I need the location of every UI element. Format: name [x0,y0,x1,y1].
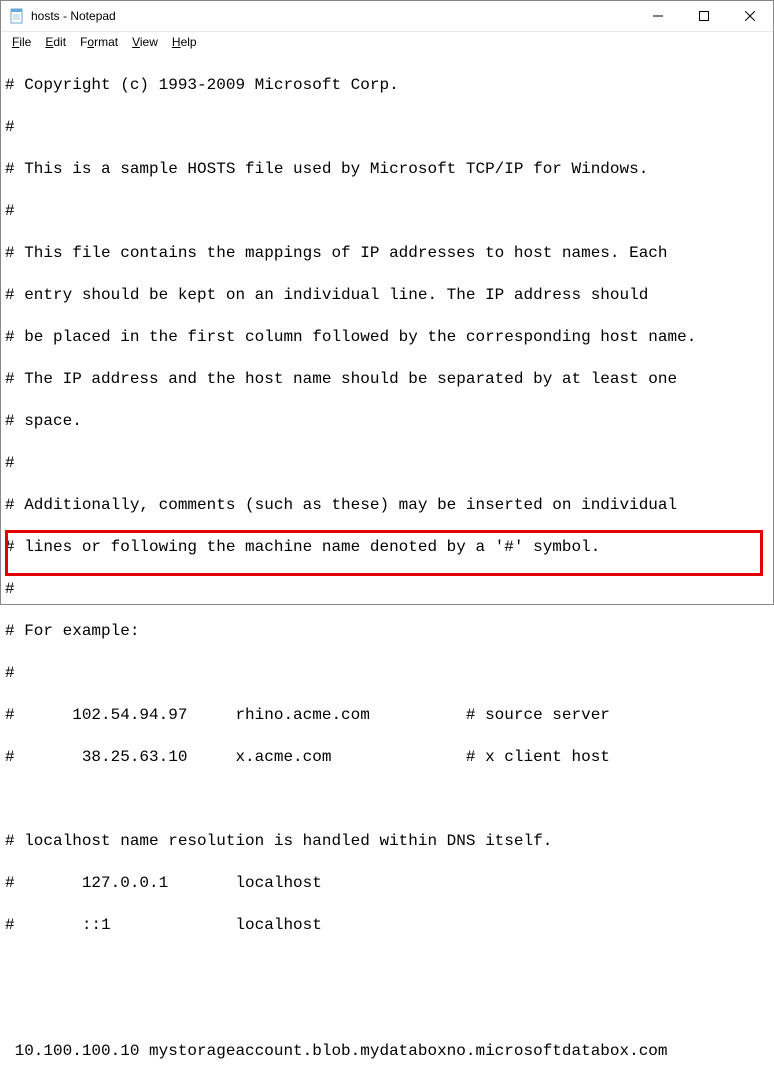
editor-line [5,999,769,1020]
window-controls [635,1,773,31]
editor-line: # This file contains the mappings of IP … [5,243,769,264]
editor-line: 10.100.100.10 mystorageaccount.blob.myda… [5,1041,769,1062]
editor-line [5,957,769,978]
editor-line: # The IP address and the host name shoul… [5,369,769,390]
menu-view-rest: iew [140,35,158,49]
editor-line: # lines or following the machine name de… [5,537,769,558]
menu-help-rest: elp [181,35,197,49]
editor-line: # This is a sample HOSTS file used by Mi… [5,159,769,180]
editor-line: # be placed in the first column followed… [5,327,769,348]
editor-line: # [5,663,769,684]
editor-line: # localhost name resolution is handled w… [5,831,769,852]
editor-line [5,789,769,810]
editor-line: # 127.0.0.1 localhost [5,873,769,894]
title-bar: hosts - Notepad [1,1,773,32]
text-editor[interactable]: # Copyright (c) 1993-2009 Microsoft Corp… [1,52,773,1083]
editor-line: # space. [5,411,769,432]
editor-line: # 38.25.63.10 x.acme.com # x client host [5,747,769,768]
editor-line: # [5,201,769,222]
notepad-icon [9,8,25,24]
menu-edit[interactable]: Edit [38,33,73,51]
maximize-button[interactable] [681,1,727,31]
minimize-button[interactable] [635,1,681,31]
menu-bar: File Edit Format View Help [1,32,773,52]
menu-edit-rest: dit [53,35,66,49]
editor-line: # entry should be kept on an individual … [5,285,769,306]
menu-file-rest: ile [19,35,31,49]
menu-view[interactable]: View [125,33,165,51]
editor-line: # [5,579,769,600]
editor-line: # [5,117,769,138]
menu-file[interactable]: File [5,33,38,51]
window-title: hosts - Notepad [31,9,635,23]
editor-line: # ::1 localhost [5,915,769,936]
editor-line: # Additionally, comments (such as these)… [5,495,769,516]
editor-line: # 102.54.94.97 rhino.acme.com # source s… [5,705,769,726]
close-button[interactable] [727,1,773,31]
menu-format[interactable]: Format [73,33,125,51]
editor-line: # For example: [5,621,769,642]
menu-format-rest: rmat [94,35,118,49]
editor-line: # Copyright (c) 1993-2009 Microsoft Corp… [5,75,769,96]
editor-line: # [5,453,769,474]
menu-help[interactable]: Help [165,33,204,51]
